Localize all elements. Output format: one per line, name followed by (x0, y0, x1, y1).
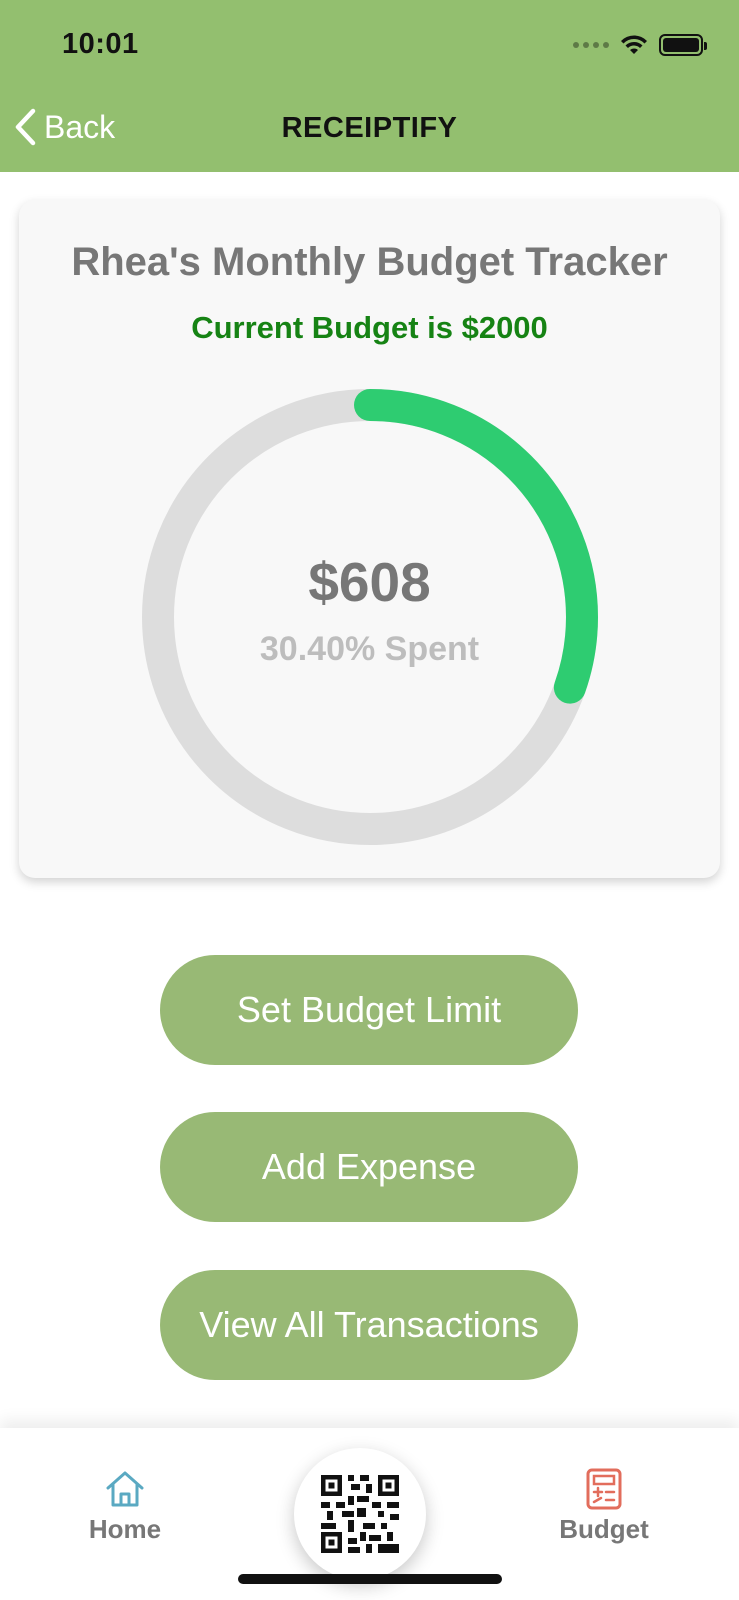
tab-home-label: Home (88, 1514, 162, 1544)
current-budget-label: Current Budget is $2000 (191, 310, 548, 345)
card-title: Rhea's Monthly Budget Tracker (71, 240, 668, 284)
view-all-transactions-button[interactable]: View All Transactions (160, 1270, 578, 1380)
battery-icon (659, 34, 707, 56)
app-title: RECEIPTIFY (281, 112, 458, 144)
tab-budget-label: Budget (559, 1514, 649, 1544)
tab-home[interactable]: Home (55, 1468, 195, 1545)
spent-amount: $608 (308, 551, 431, 613)
header-bar: 10:01 Back RECEIPTIFY (0, 0, 739, 172)
status-time: 10:01 (62, 28, 139, 60)
qr-code-icon (321, 1475, 399, 1553)
status-icons (573, 34, 707, 56)
cellular-signal-icon (573, 42, 609, 48)
budget-screen: 10:01 Back RECEIPTIFY Rhea's Monthly Bud… (0, 0, 739, 1600)
home-indicator (238, 1574, 502, 1584)
spent-percent: 30.40% Spent (259, 630, 480, 668)
add-expense-button[interactable]: Add Expense (160, 1112, 578, 1222)
scan-receipt-button[interactable] (294, 1448, 426, 1580)
budget-calculator-icon (586, 1468, 622, 1510)
tab-budget[interactable]: Budget (534, 1468, 674, 1545)
wifi-icon (621, 35, 647, 54)
budget-tracker-card: Rhea's Monthly Budget Tracker Current Bu… (19, 200, 720, 878)
set-budget-limit-button[interactable]: Set Budget Limit (160, 955, 578, 1065)
home-icon (106, 1471, 144, 1507)
budget-progress-ring (142, 389, 598, 845)
